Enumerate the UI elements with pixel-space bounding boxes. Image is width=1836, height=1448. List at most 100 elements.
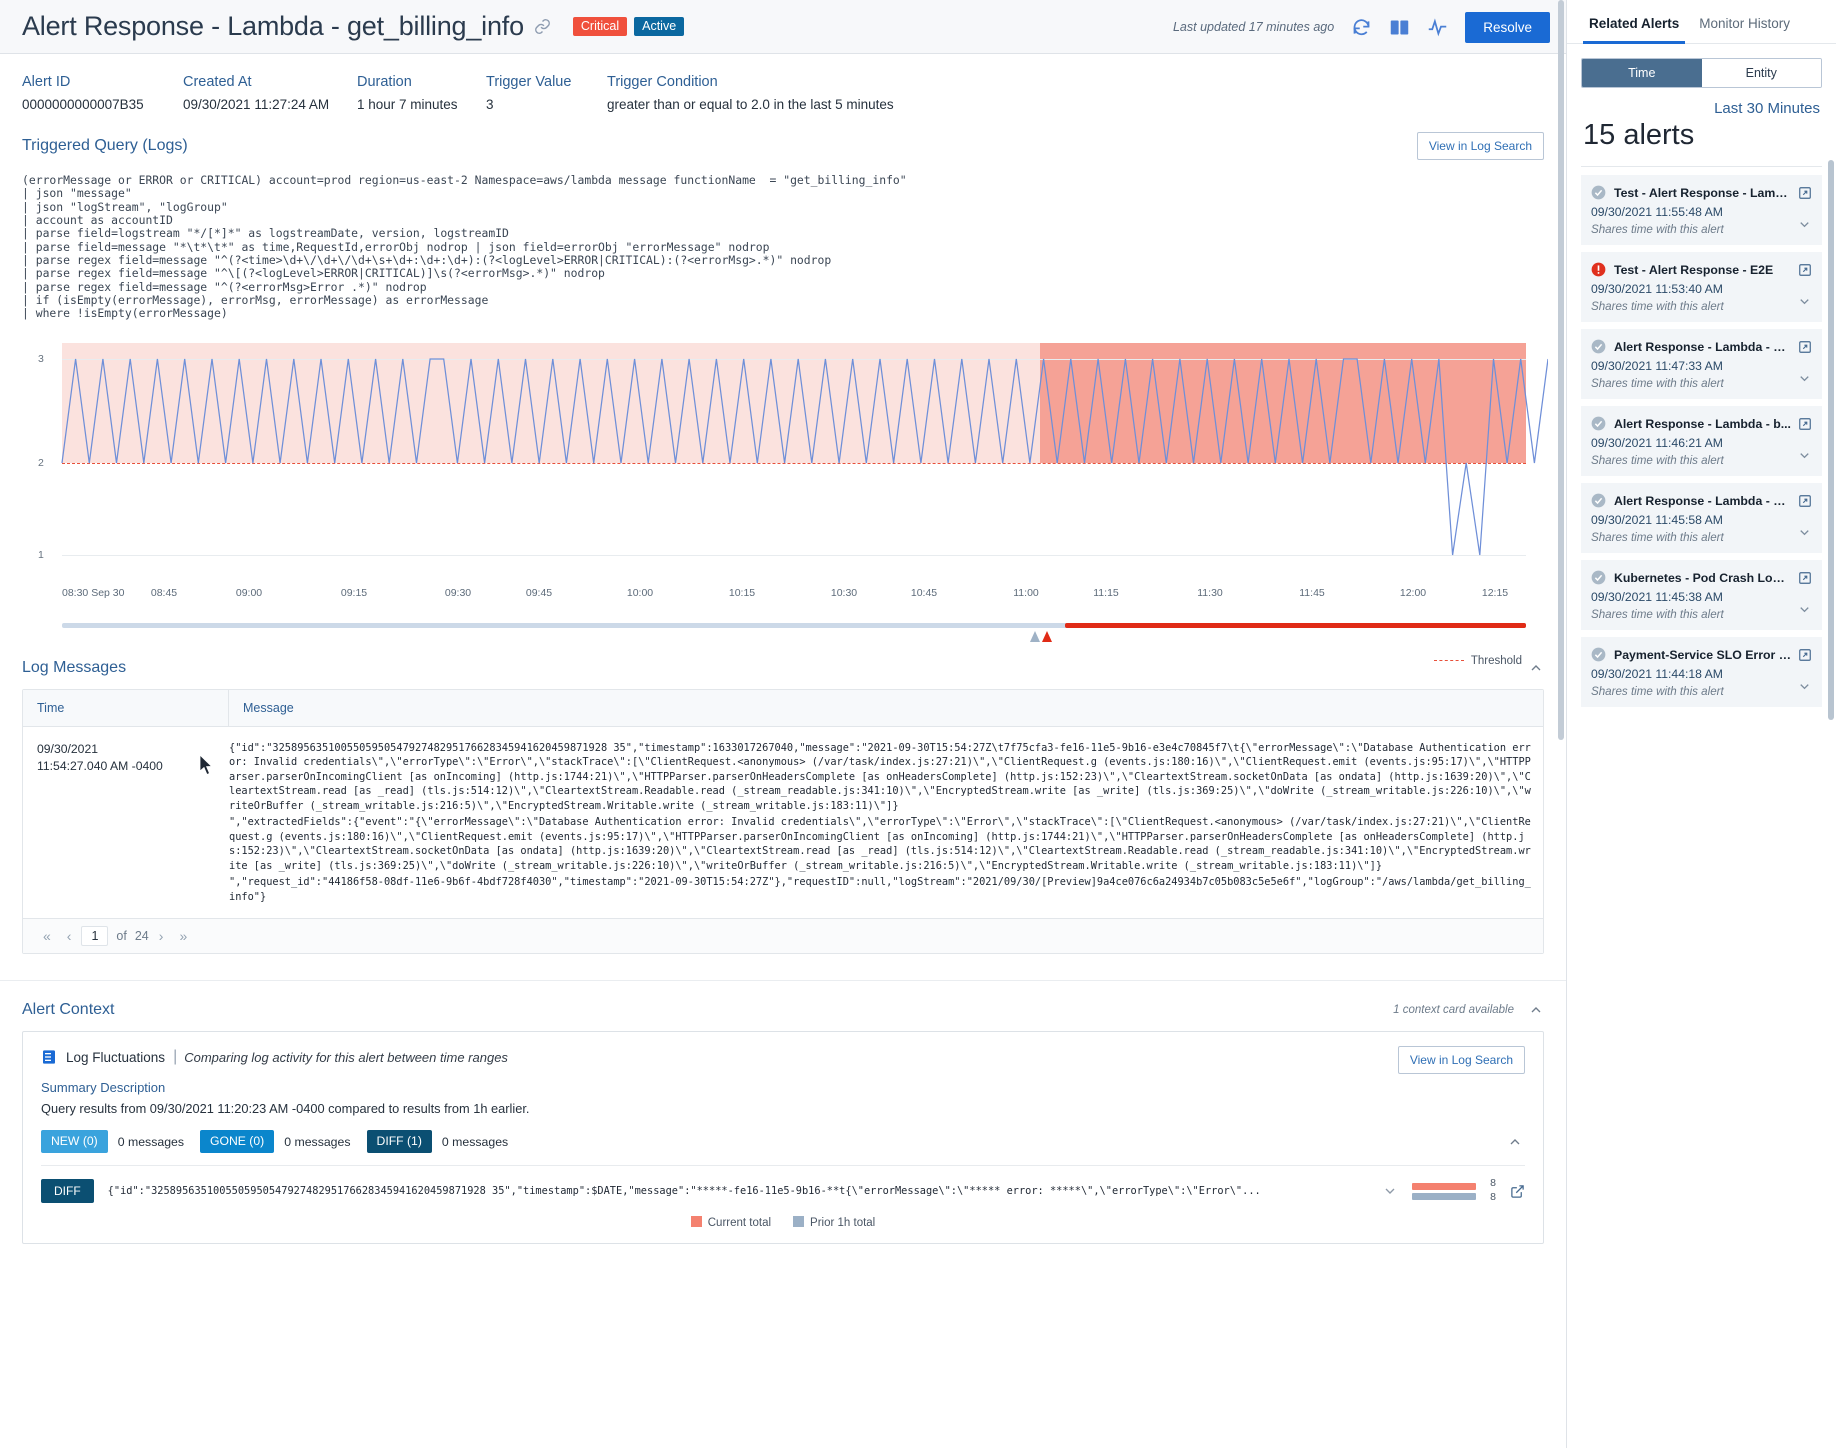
link-icon[interactable] <box>534 18 551 35</box>
chevron-down-icon[interactable] <box>1797 294 1812 314</box>
list-item[interactable]: Alert Response - Lambda - af... 09/30/20… <box>1581 329 1822 399</box>
page-title: Alert Response - Lambda - get_billing_in… <box>22 11 524 42</box>
log-messages-section: Log Messages Time Message 09/30/2021 11:… <box>0 653 1566 955</box>
external-link-icon[interactable] <box>1798 340 1812 354</box>
chevron-down-icon[interactable] <box>1797 525 1812 545</box>
x-tick: 10:15 <box>729 587 755 599</box>
chip-new[interactable]: NEW (0) <box>41 1130 108 1153</box>
meta-value: greater than or equal to 2.0 in the last… <box>607 97 894 112</box>
chevron-down-icon-diff[interactable] <box>1382 1183 1398 1199</box>
meta-label: Alert ID <box>22 74 157 90</box>
table-row[interactable]: 09/30/2021 11:54:27.040 AM -0400 {"id":"… <box>23 727 1543 919</box>
chevron-down-icon[interactable] <box>1797 448 1812 468</box>
meta-duration: Duration 1 hour 7 minutes <box>357 74 460 112</box>
list-item[interactable]: Test - Alert Response - Lamb... 09/30/20… <box>1581 175 1822 245</box>
alert-item-title: Kubernetes - Pod Crash Loop... <box>1614 571 1792 585</box>
chevron-down-icon[interactable] <box>1797 602 1812 622</box>
diff-tag: DIFF <box>41 1179 94 1203</box>
triggered-query-text: (errorMessage or ERROR or CRITICAL) acco… <box>22 174 1544 321</box>
view-in-log-search-button-query[interactable]: View in Log Search <box>1417 132 1544 160</box>
status-badges: Critical Active <box>573 17 684 37</box>
external-link-icon[interactable] <box>1798 417 1812 431</box>
chevron-down-icon[interactable] <box>1797 371 1812 391</box>
chevron-up-icon-logs[interactable] <box>1528 660 1544 676</box>
scrubber-start-marker-icon[interactable] <box>1030 631 1040 642</box>
sidebar-scrollbar[interactable] <box>1828 160 1834 720</box>
alert-context-header: Alert Context 1 context card available <box>0 995 1566 1019</box>
query-line: | json "logStream", "logGroup" <box>22 200 228 214</box>
chart-x-axis: 08:30 Sep 30 08:45 09:00 09:15 09:30 09:… <box>40 587 1526 609</box>
x-tick: 10:30 <box>831 587 857 599</box>
query-line: | parse regex field=message "^(?<errorMs… <box>22 280 427 294</box>
context-card-count: 1 context card available <box>1393 1004 1514 1016</box>
pagination-last-button[interactable]: » <box>173 926 193 946</box>
chevron-up-icon-chips[interactable] <box>1507 1134 1523 1150</box>
alert-item-time: 09/30/2021 11:53:40 AM <box>1591 282 1812 296</box>
diff-result-row[interactable]: DIFF {"id":"3258956351005505950547927482… <box>41 1165 1525 1203</box>
pagination-current-page[interactable]: 1 <box>81 926 108 946</box>
alert-timeseries-chart[interactable]: 3 2 1 08:30 Sep 30 08:45 09:00 09:15 09:… <box>22 335 1544 625</box>
alert-item-title: Alert Response - Lambda - af... <box>1614 494 1792 508</box>
chip-new-count: 0 messages <box>118 1135 184 1149</box>
scrubber-trigger-marker-icon[interactable] <box>1042 631 1052 642</box>
chip-gone[interactable]: GONE (0) <box>200 1130 274 1153</box>
tab-monitor-history[interactable]: Monitor History <box>1689 0 1800 43</box>
chip-diff-count: 0 messages <box>442 1135 508 1149</box>
threshold-legend-swatch <box>1434 660 1464 661</box>
alert-context-section: Alert Context 1 context card available <box>0 980 1566 1243</box>
table-header-row: Time Message <box>23 690 1543 727</box>
external-link-icon[interactable] <box>1798 263 1812 277</box>
main-scrollbar[interactable] <box>1558 0 1564 740</box>
sidebar-tabs: Related Alerts Monitor History <box>1567 0 1836 44</box>
prior-total-value: 8 <box>1490 1192 1496 1204</box>
diff-bar-values: 8 8 <box>1490 1178 1496 1203</box>
pagination-first-button[interactable]: « <box>37 926 57 946</box>
x-tick: 09:45 <box>526 587 552 599</box>
chevron-down-icon[interactable] <box>1797 217 1812 237</box>
pagination-next-button[interactable]: › <box>153 926 170 946</box>
external-link-icon[interactable] <box>1798 648 1812 662</box>
pulse-icon[interactable] <box>1427 17 1448 38</box>
list-item[interactable]: Payment-Service SLO Error >... 09/30/202… <box>1581 637 1822 707</box>
query-line: | json "message" <box>22 186 132 200</box>
tab-related-alerts[interactable]: Related Alerts <box>1579 0 1689 43</box>
scrubber-selection[interactable] <box>1065 623 1526 628</box>
refresh-icon[interactable] <box>1351 17 1372 38</box>
book-icon[interactable] <box>1389 17 1410 38</box>
meta-alert-id: Alert ID 0000000000007B35 <box>22 74 157 112</box>
segment-time[interactable]: Time <box>1582 59 1702 87</box>
resolve-button[interactable]: Resolve <box>1465 12 1550 43</box>
x-tick: 12:15 <box>1482 587 1508 599</box>
segment-entity[interactable]: Entity <box>1702 59 1822 87</box>
check-circle-icon <box>1591 339 1606 354</box>
chip-gone-count: 0 messages <box>284 1135 350 1149</box>
chevron-down-icon[interactable] <box>1797 679 1812 699</box>
message-paragraph: {"id":"325895635100550595054792748295176… <box>229 741 1533 814</box>
log-messages-table: Time Message 09/30/2021 11:54:27.040 AM … <box>22 689 1544 955</box>
status-badge-severity: Critical <box>573 17 627 37</box>
alert-item-time: 09/30/2021 11:45:38 AM <box>1591 590 1812 604</box>
list-item[interactable]: Alert Response - Lambda - af... 09/30/20… <box>1581 483 1822 553</box>
alert-item-title: Test - Alert Response - Lamb... <box>1614 186 1792 200</box>
pagination-prev-button[interactable]: ‹ <box>61 926 78 946</box>
external-link-icon[interactable] <box>1798 186 1812 200</box>
alert-item-title-row: Kubernetes - Pod Crash Loop... <box>1591 570 1812 585</box>
chevron-up-icon-context[interactable] <box>1528 1002 1544 1018</box>
external-link-icon[interactable] <box>1798 494 1812 508</box>
alert-item-relation: Shares time with this alert <box>1591 608 1812 621</box>
external-link-icon-diff[interactable] <box>1510 1184 1525 1199</box>
list-item[interactable]: Kubernetes - Pod Crash Loop... 09/30/202… <box>1581 560 1822 630</box>
list-item[interactable]: Alert Response - Lambda - b... 09/30/202… <box>1581 406 1822 476</box>
log-messages-title: Log Messages <box>22 659 126 677</box>
view-in-log-search-button-context[interactable]: View in Log Search <box>1398 1046 1525 1074</box>
alert-meta-strip: Alert ID 0000000000007B35 Created At 09/… <box>0 54 1566 126</box>
meta-label: Trigger Value <box>486 74 581 90</box>
chart-time-scrubber[interactable] <box>62 623 1526 628</box>
chip-diff[interactable]: DIFF (1) <box>367 1130 432 1153</box>
log-messages-header: Log Messages <box>0 653 1566 677</box>
document-icon <box>41 1049 57 1065</box>
external-link-icon[interactable] <box>1798 571 1812 585</box>
alert-item-time: 09/30/2021 11:45:58 AM <box>1591 513 1812 527</box>
list-item[interactable]: Test - Alert Response - E2E 09/30/2021 1… <box>1581 252 1822 322</box>
alert-item-title-row: Alert Response - Lambda - af... <box>1591 339 1812 354</box>
